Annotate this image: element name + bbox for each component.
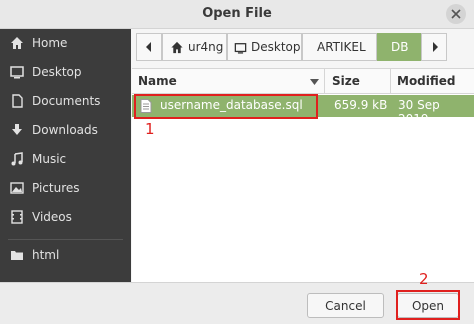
- chevron-right-icon: [433, 42, 438, 52]
- home-icon: [171, 41, 183, 54]
- folder-icon: [11, 251, 23, 260]
- sidebar-item-label: Documents: [32, 94, 101, 108]
- videos-icon: [11, 210, 23, 224]
- cancel-button-label: Cancel: [325, 299, 366, 313]
- sidebar-item-home[interactable]: Home: [0, 29, 131, 58]
- sidebar-divider: [8, 239, 123, 240]
- pictures-icon: [10, 182, 24, 194]
- sidebar-item-label: Home: [32, 36, 68, 50]
- sidebar-item-music[interactable]: Music: [0, 145, 131, 174]
- path-segment-label: Desktop: [251, 40, 301, 54]
- sidebar-item-label: Downloads: [32, 123, 98, 137]
- column-header-modified[interactable]: Modified: [397, 74, 456, 88]
- annotation-number: 2: [419, 270, 429, 288]
- sidebar-item-label: Pictures: [32, 181, 80, 195]
- sidebar-item-desktop[interactable]: Desktop: [0, 58, 131, 87]
- sidebar-item-html[interactable]: html: [0, 241, 131, 270]
- desktop-icon: [10, 66, 24, 79]
- close-button[interactable]: [446, 4, 466, 24]
- sidebar-item-label: Desktop: [32, 65, 82, 79]
- sort-down-icon: [310, 79, 319, 85]
- path-forward-button[interactable]: [421, 33, 447, 61]
- desktop-icon: [234, 43, 247, 54]
- path-segment-label: ARTIKEL: [317, 40, 366, 54]
- path-segment-label: DB: [391, 40, 409, 54]
- column-divider: [324, 69, 325, 93]
- annotation-number: 1: [145, 120, 155, 138]
- file-list-header: Name Size Modified: [132, 69, 474, 94]
- cancel-button[interactable]: Cancel: [307, 293, 384, 318]
- documents-icon: [12, 94, 23, 108]
- sidebar-item-label: Videos: [32, 210, 72, 224]
- path-segment-home[interactable]: ur4ng: [162, 33, 227, 61]
- open-file-dialog: Open File Home Desktop Documents Downloa…: [0, 0, 474, 324]
- column-header-name[interactable]: Name: [138, 74, 177, 88]
- places-sidebar: Home Desktop Documents Downloads Music P…: [0, 29, 131, 282]
- sidebar-item-label: html: [32, 248, 60, 262]
- file-modified: 30 Sep 2019: [398, 98, 440, 126]
- sidebar-item-pictures[interactable]: Pictures: [0, 174, 131, 203]
- column-divider: [390, 69, 391, 93]
- sidebar-item-label: Music: [32, 152, 67, 166]
- titlebar: Open File: [0, 0, 474, 29]
- close-icon: [451, 9, 461, 19]
- home-icon: [11, 37, 23, 49]
- path-segment-db[interactable]: DB: [377, 33, 421, 61]
- annotation-highlight-file: [134, 94, 318, 119]
- path-segment-artikel[interactable]: ARTIKEL: [302, 33, 377, 61]
- column-header-size[interactable]: Size: [332, 74, 360, 88]
- sidebar-item-documents[interactable]: Documents: [0, 87, 131, 116]
- music-icon: [11, 152, 23, 166]
- sidebar-item-downloads[interactable]: Downloads: [0, 116, 131, 145]
- sidebar-item-videos[interactable]: Videos: [0, 203, 131, 232]
- chevron-left-icon: [146, 42, 151, 52]
- path-segment-label: ur4ng: [188, 40, 224, 54]
- file-size: 659.9 kB: [334, 98, 388, 112]
- path-back-button[interactable]: [136, 33, 162, 61]
- path-segment-desktop[interactable]: Desktop: [227, 33, 302, 61]
- downloads-icon: [12, 124, 22, 135]
- dialog-title: Open File: [202, 6, 272, 21]
- annotation-highlight-open: [396, 290, 460, 320]
